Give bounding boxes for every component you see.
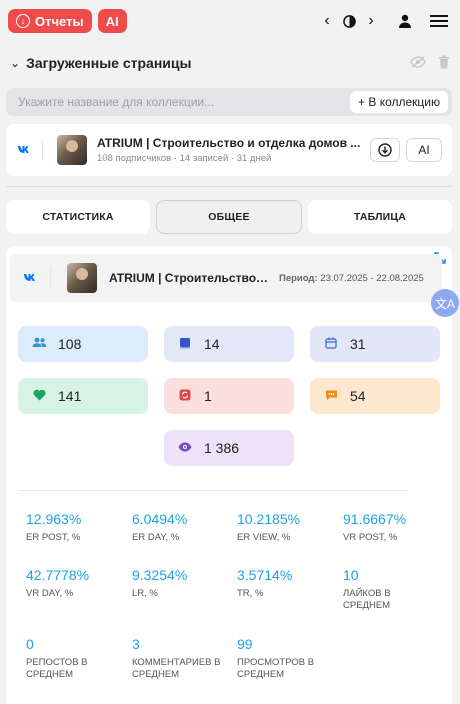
- chevron-down-icon[interactable]: ⌄: [10, 56, 20, 70]
- eye-icon: [176, 441, 194, 455]
- metric-value: 91.6667%: [343, 511, 407, 527]
- section-title: Загруженные страницы: [26, 55, 192, 71]
- metric-vr-post: 91.6667% VR POST, %: [343, 511, 443, 544]
- page-title: ATRIUM | Строительство и отделка домов .…: [97, 136, 361, 150]
- metric-er-day: 6.0494% ER DAY, %: [132, 511, 232, 544]
- metric-label: РЕПОСТОВ В СРЕДНЕМ: [26, 657, 88, 680]
- page-subtitle: 108 подписчиков · 14 записей · 31 дней: [97, 153, 272, 164]
- stat-reposts: 1: [164, 378, 294, 414]
- vk-logo-icon: [10, 274, 50, 282]
- summary-header: ATRIUM | Строительство и... Период: 23.0…: [10, 254, 442, 302]
- divider: [6, 186, 452, 187]
- metric-label: КОММЕНТАРИЕВ В СРЕДНЕМ: [132, 657, 221, 680]
- metric-value: 12.963%: [26, 511, 82, 527]
- period: Период: 23.07.2025 - 22.08.2025: [279, 273, 424, 284]
- calendar-icon: [322, 337, 340, 352]
- chevron-right-icon[interactable]: ›: [358, 8, 384, 34]
- vk-logo-icon: [6, 146, 42, 154]
- summary-title: ATRIUM | Строительство и...: [109, 271, 269, 285]
- metric-label: VR POST, %: [343, 532, 398, 543]
- metric-lr: 9.3254% LR, %: [132, 567, 232, 600]
- collection-name-input[interactable]: [18, 95, 351, 109]
- loaded-pages-header[interactable]: ⌄ Загруженные страницы: [10, 50, 450, 76]
- chevron-left-icon[interactable]: ‹: [314, 8, 340, 34]
- divider: [50, 267, 51, 289]
- metric-label: TR, %: [237, 588, 264, 599]
- stat-days: 31: [310, 326, 440, 362]
- metric-value: 3.5714%: [237, 567, 293, 583]
- top-bar: ↓ Отчеты AI ‹ ›: [0, 0, 460, 42]
- contrast-icon[interactable]: [340, 8, 358, 34]
- metric-label: LR, %: [132, 588, 158, 599]
- metric-value: 3: [132, 636, 140, 652]
- metric-value: 10.2185%: [237, 511, 301, 527]
- metric-avg-likes: 10 ЛАЙКОВ В СРЕДНЕМ: [343, 567, 423, 612]
- metric-vr-day: 42.7778% VR DAY, %: [26, 567, 126, 600]
- divider: [18, 490, 408, 491]
- period-label: Период:: [279, 272, 318, 284]
- reports-label: Отчеты: [35, 13, 84, 29]
- metric-label: ER DAY, %: [132, 532, 180, 543]
- page-ai-button[interactable]: AI: [406, 138, 442, 162]
- posts-icon: [176, 337, 194, 352]
- add-to-collection-button[interactable]: + В коллекцию: [350, 91, 448, 113]
- download-icon: ↓: [16, 14, 30, 28]
- metric-value: 99: [237, 636, 253, 652]
- comment-icon: [322, 389, 340, 404]
- metric-value: 9.3254%: [132, 567, 188, 583]
- user-icon[interactable]: [392, 8, 418, 34]
- metric-value: 6.0494%: [132, 511, 188, 527]
- stat-value: 1: [204, 388, 212, 404]
- metric-er-view: 10.2185% ER VIEW, %: [237, 511, 337, 544]
- users-icon: [30, 337, 48, 351]
- metric-label: VR DAY, %: [26, 588, 74, 599]
- repost-icon: [176, 389, 194, 404]
- translate-icon[interactable]: 文A: [431, 289, 459, 317]
- stat-posts: 14: [164, 326, 294, 362]
- stat-value: 54: [350, 388, 366, 404]
- stat-value: 1 386: [204, 440, 240, 456]
- tab-statistics[interactable]: СТАТИСТИКА: [6, 200, 150, 234]
- metric-tr: 3.5714% TR, %: [237, 567, 337, 600]
- ai-button[interactable]: AI: [97, 9, 127, 33]
- ai-label: AI: [105, 13, 119, 29]
- metric-label: ЛАЙКОВ В СРЕДНЕМ: [343, 588, 391, 611]
- eye-off-icon[interactable]: [410, 55, 426, 72]
- stat-value: 108: [58, 336, 82, 352]
- metric-label: ПРОСМОТРОВ В СРЕДНЕМ: [237, 657, 315, 680]
- stat-likes: 141: [18, 378, 148, 414]
- stat-value: 31: [350, 336, 366, 352]
- trash-icon[interactable]: [438, 55, 450, 72]
- avatar: [67, 263, 97, 293]
- stat-subscribers: 108: [18, 326, 148, 362]
- metric-label: ER POST, %: [26, 532, 81, 543]
- stat-value: 141: [58, 388, 82, 404]
- metric-er-post: 12.963% ER POST, %: [26, 511, 126, 544]
- metric-avg-views: 99 ПРОСМОТРОВ В СРЕДНЕМ: [237, 636, 329, 681]
- avatar: [57, 135, 87, 165]
- metric-avg-comments: 3 КОММЕНТАРИЕВ В СРЕДНЕМ: [132, 636, 228, 681]
- tab-table[interactable]: ТАБЛИЦА: [308, 200, 452, 234]
- stat-comments: 54: [310, 378, 440, 414]
- tab-general[interactable]: ОБЩЕЕ: [156, 200, 302, 234]
- view-tabs: СТАТИСТИКА ОБЩЕЕ ТАБЛИЦА: [6, 200, 452, 234]
- collection-bar: + В коллекцию: [6, 88, 452, 116]
- divider: [42, 139, 43, 161]
- stat-views: 1 386: [164, 430, 294, 466]
- reports-button[interactable]: ↓ Отчеты: [8, 9, 92, 33]
- heart-icon: [30, 389, 48, 404]
- period-value: 23.07.2025 - 22.08.2025: [320, 272, 424, 284]
- download-page-button[interactable]: [370, 138, 400, 162]
- stat-value: 14: [204, 336, 220, 352]
- menu-icon[interactable]: [426, 8, 452, 34]
- metric-value: 10: [343, 567, 359, 583]
- metric-value: 42.7778%: [26, 567, 90, 583]
- loaded-page-card[interactable]: ATRIUM | Строительство и отделка домов .…: [6, 124, 452, 176]
- metric-value: 0: [26, 636, 34, 652]
- metric-avg-reposts: 0 РЕПОСТОВ В СРЕДНЕМ: [26, 636, 112, 681]
- metric-label: ER VIEW, %: [237, 532, 291, 543]
